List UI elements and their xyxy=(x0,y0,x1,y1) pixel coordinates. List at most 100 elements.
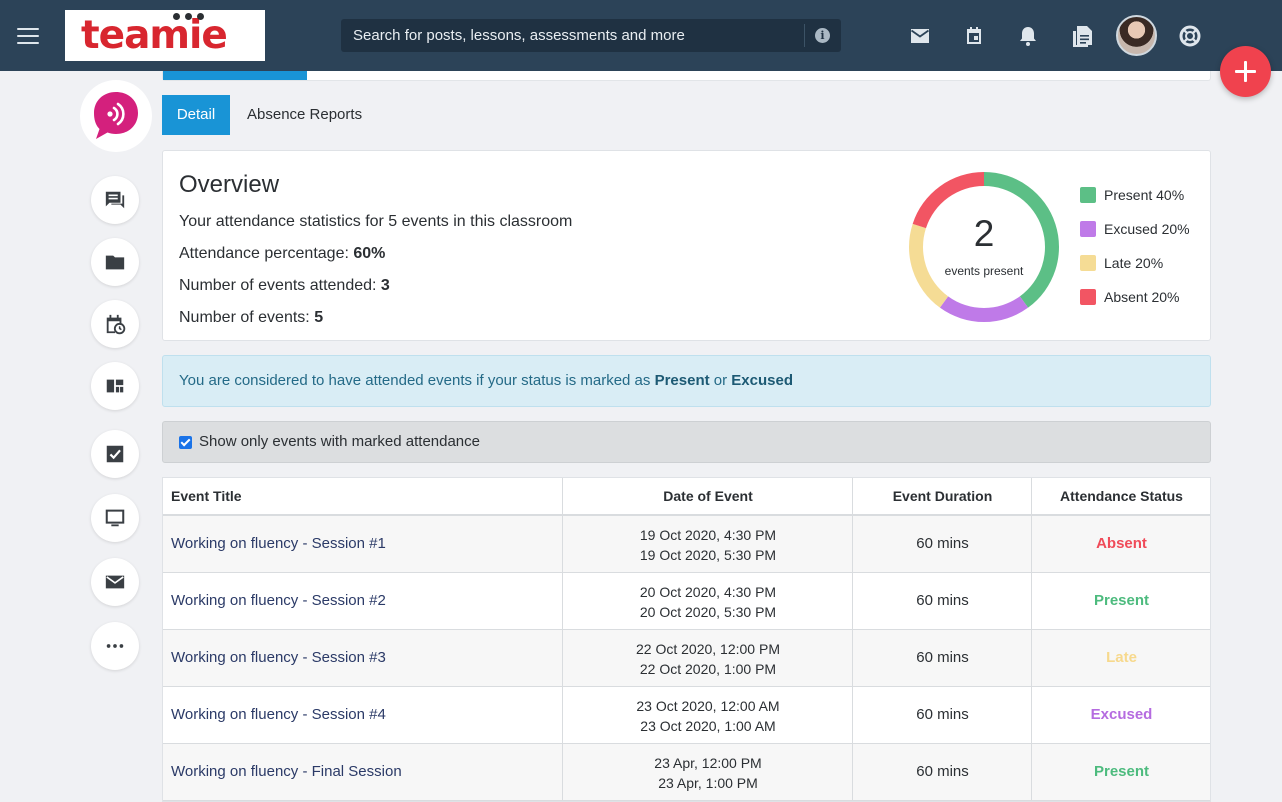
donut-center-caption: events present xyxy=(944,264,1024,278)
event-duration: 60 mins xyxy=(916,649,969,666)
attendance-percentage: Attendance percentage: 60% xyxy=(179,245,385,263)
donut-center-number: 2 xyxy=(973,213,995,254)
rail-resources-button[interactable] xyxy=(91,238,139,286)
header-date-of-event[interactable]: Date of Event xyxy=(563,478,853,515)
event-title-link[interactable]: Working on fluency - Session #4 xyxy=(163,687,563,743)
table-row: Working on fluency - Session #2 20 Oct 20… xyxy=(163,573,1210,630)
attendance-percentage-value: 60% xyxy=(353,245,386,262)
rail-more-button[interactable] xyxy=(91,622,139,670)
header-attendance-status[interactable]: Attendance Status xyxy=(1032,478,1211,515)
add-button[interactable] xyxy=(1220,46,1271,97)
note-present: Present xyxy=(654,372,710,389)
column-divider xyxy=(852,478,853,801)
event-title-link[interactable]: Working on fluency - Session #1 xyxy=(163,516,563,572)
event-title-link[interactable]: Working on fluency - Session #2 xyxy=(163,573,563,629)
bell-icon[interactable] xyxy=(1016,24,1040,48)
note-excused: Excused xyxy=(731,372,793,389)
table-row: Working on fluency - Session #4 23 Oct 20… xyxy=(163,687,1210,744)
event-start-date: 20 Oct 2020, 4:30 PM xyxy=(639,584,777,600)
active-tab-indicator xyxy=(163,71,307,80)
event-duration: 60 mins xyxy=(916,706,969,723)
menu-icon[interactable] xyxy=(17,28,39,44)
event-duration: 60 mins xyxy=(916,592,969,609)
column-divider xyxy=(1031,478,1032,801)
monitor-icon xyxy=(105,509,125,527)
attendance-info-note: You are considered to have attended even… xyxy=(162,355,1211,407)
legend-swatch xyxy=(1080,187,1096,203)
table-row: Working on fluency - Final Session 23 Apr… xyxy=(163,744,1210,801)
help-lifebuoy-icon[interactable] xyxy=(1178,24,1202,48)
rail-discussion-button[interactable] xyxy=(91,176,139,224)
marked-attendance-label[interactable]: Show only events with marked attendance xyxy=(199,433,480,450)
avatar[interactable] xyxy=(1116,15,1157,56)
calendar-icon[interactable] xyxy=(962,24,986,48)
search-bar: i xyxy=(341,19,841,52)
event-duration: 60 mins xyxy=(916,535,969,552)
rail-messages-button[interactable] xyxy=(91,558,139,606)
event-end-date: 23 Oct 2020, 1:00 AM xyxy=(640,718,776,734)
discussion-icon xyxy=(105,191,125,209)
classroom-chat-icon xyxy=(94,92,138,139)
event-date: 19 Oct 2020, 4:30 PM 19 Oct 2020, 5:30 PM xyxy=(563,516,853,572)
event-date: 23 Apr, 12:00 PM 23 Apr, 1:00 PM xyxy=(563,744,853,800)
event-title-link[interactable]: Working on fluency - Final Session xyxy=(163,744,563,800)
legend-swatch xyxy=(1080,221,1096,237)
table-header: Event Title Date of Event Event Duration… xyxy=(163,478,1210,516)
event-date: 23 Oct 2020, 12:00 AM 23 Oct 2020, 1:00 A… xyxy=(563,687,853,743)
events-attended: Number of events attended: 3 xyxy=(179,277,390,295)
legend-label: Late 20% xyxy=(1104,255,1164,271)
more-dots-icon xyxy=(106,644,124,648)
mail-icon[interactable] xyxy=(908,24,932,48)
rail-dashboard-button[interactable] xyxy=(91,362,139,410)
calendar-clock-icon xyxy=(106,314,126,335)
legend-label: Excused 20% xyxy=(1104,221,1190,237)
event-end-date: 23 Apr, 1:00 PM xyxy=(658,775,758,791)
events-count-label: Number of events: xyxy=(179,309,310,326)
folder-icon xyxy=(105,255,125,270)
event-duration: 60 mins xyxy=(916,763,969,780)
attendance-status: Late xyxy=(1106,649,1137,666)
legend-label: Absent 20% xyxy=(1104,289,1180,305)
event-end-date: 19 Oct 2020, 5:30 PM xyxy=(639,547,777,563)
classroom-logo[interactable] xyxy=(80,80,152,152)
rail-attendance-button[interactable] xyxy=(91,300,139,348)
top-bar: teamie i xyxy=(0,0,1282,71)
tab-detail[interactable]: Detail xyxy=(162,95,230,135)
rail-lessons-button[interactable] xyxy=(91,494,139,542)
documents-icon[interactable] xyxy=(1070,24,1094,48)
overview-title: Overview xyxy=(179,171,280,198)
classroom-header-card xyxy=(162,71,1211,81)
event-start-date: 23 Apr, 12:00 PM xyxy=(654,755,762,771)
header-event-duration[interactable]: Event Duration xyxy=(853,478,1032,515)
legend-swatch xyxy=(1080,289,1096,305)
overview-summary: Your attendance statistics for 5 events … xyxy=(179,213,573,230)
tab-absence-reports[interactable]: Absence Reports xyxy=(247,95,362,135)
search-divider xyxy=(804,24,805,47)
legend-label: Present 40% xyxy=(1104,187,1185,203)
events-count-value: 5 xyxy=(314,309,324,326)
logo-text: teamie xyxy=(81,13,228,58)
search-input[interactable] xyxy=(341,19,803,52)
filter-bar: Show only events with marked attendance xyxy=(162,421,1211,463)
events-attended-label: Number of events attended: xyxy=(179,277,377,294)
event-start-date: 22 Oct 2020, 12:00 PM xyxy=(636,641,780,657)
info-icon[interactable]: i xyxy=(815,28,830,43)
attendance-status: Excused xyxy=(1090,706,1153,723)
event-start-date: 23 Oct 2020, 12:00 AM xyxy=(636,698,780,714)
attendance-status: Present xyxy=(1093,592,1150,609)
note-text: You are considered to have attended even… xyxy=(179,372,651,389)
table-row: Working on fluency - Session #3 22 Oct 20… xyxy=(163,630,1210,687)
event-date: 22 Oct 2020, 12:00 PM 22 Oct 2020, 1:00 P… xyxy=(563,630,853,686)
rail-tasks-button[interactable] xyxy=(91,430,139,478)
marked-attendance-checkbox[interactable] xyxy=(179,436,192,449)
logo[interactable]: teamie xyxy=(65,10,265,61)
event-title-link[interactable]: Working on fluency - Session #3 xyxy=(163,630,563,686)
table-body: Working on fluency - Session #1 19 Oct 20… xyxy=(163,516,1210,801)
event-start-date: 19 Oct 2020, 4:30 PM xyxy=(639,527,777,543)
dashboard-icon xyxy=(106,379,124,393)
attendance-status: Present xyxy=(1093,763,1150,780)
donut-slice-excused xyxy=(939,296,1029,322)
events-count: Number of events: 5 xyxy=(179,309,323,327)
header-event-title[interactable]: Event Title xyxy=(171,478,242,515)
event-end-date: 22 Oct 2020, 1:00 PM xyxy=(639,661,777,677)
